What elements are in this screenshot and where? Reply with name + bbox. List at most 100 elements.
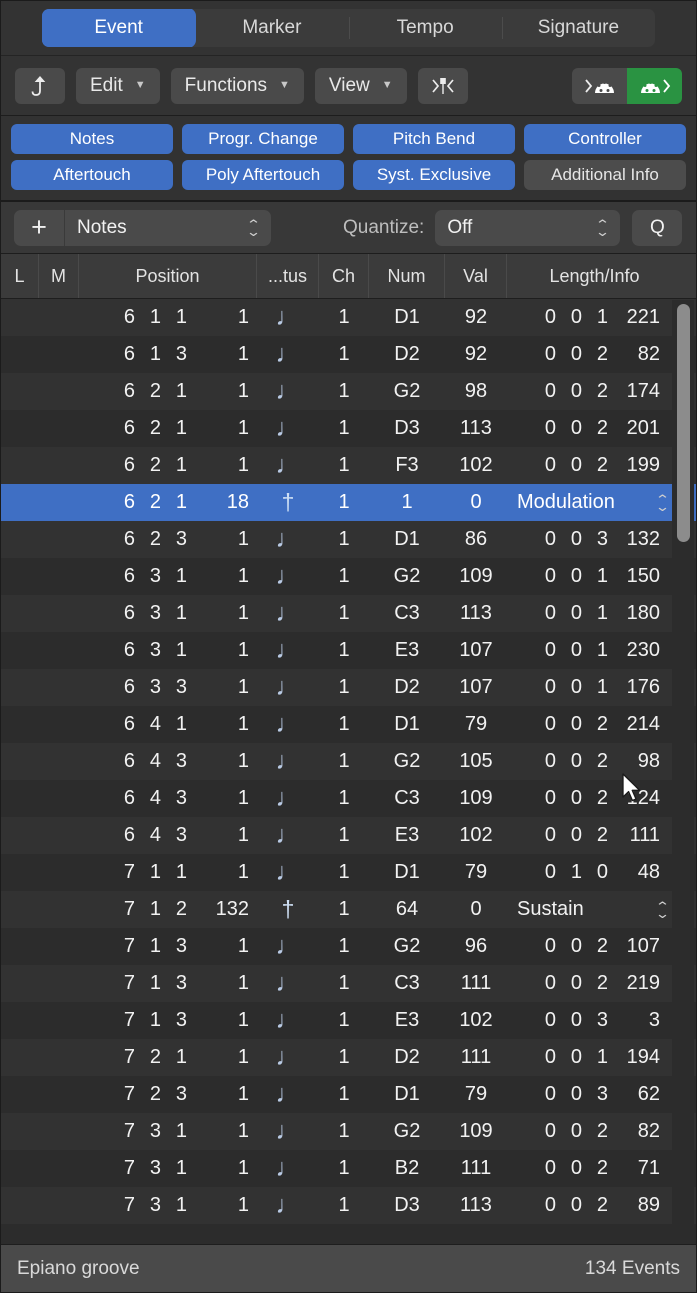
row-length-cell[interactable]: 0 0 1 194 <box>507 1039 682 1076</box>
row-position-cell[interactable]: 6 2 1 18 <box>79 484 257 521</box>
row-val-cell[interactable]: 98 <box>445 373 507 410</box>
row-mute-cell[interactable] <box>39 410 79 447</box>
row-lock-cell[interactable] <box>1 817 39 854</box>
row-status-cell[interactable]: ♩ <box>257 595 319 632</box>
row-status-cell[interactable]: ♩ <box>257 1187 319 1224</box>
row-channel-cell[interactable]: 1 <box>319 595 369 632</box>
row-val-cell[interactable]: 79 <box>445 854 507 891</box>
row-length-cell[interactable]: 0 1 0 48 <box>507 854 682 891</box>
row-lock-cell[interactable] <box>1 928 39 965</box>
row-length-cell[interactable]: 0 0 2 219 <box>507 965 682 1002</box>
column-header-val[interactable]: Val <box>445 254 507 298</box>
row-length-cell[interactable]: 0 0 2 201 <box>507 410 682 447</box>
row-lock-cell[interactable] <box>1 336 39 373</box>
row-channel-cell[interactable]: 1 <box>319 558 369 595</box>
row-status-cell[interactable]: ♩ <box>257 780 319 817</box>
row-lock-cell[interactable] <box>1 595 39 632</box>
table-row[interactable]: 6 1 1 1 ♩ 1 D1 92 0 0 1 221 <box>1 299 696 336</box>
apply-quantize-button[interactable]: Q <box>632 209 683 246</box>
table-row[interactable]: 7 1 2 132 † 1 64 0 Sustain ⌃ ⌄ <box>1 891 696 928</box>
row-position-cell[interactable]: 6311 <box>79 595 257 632</box>
row-num-cell[interactable]: G2 <box>369 1113 445 1150</box>
row-position-cell[interactable]: 7131 <box>79 928 257 965</box>
row-mute-cell[interactable] <box>39 669 79 706</box>
row-position-cell[interactable]: 6311 <box>79 632 257 669</box>
row-num-cell[interactable]: C3 <box>369 965 445 1002</box>
row-length-cell[interactable]: 0 0 3 132 <box>507 521 682 558</box>
row-num-cell[interactable]: D1 <box>369 706 445 743</box>
table-row[interactable]: 6 3 1 1 ♩ 1 G2 109 0 0 1 150 <box>1 558 696 595</box>
row-length-cell[interactable]: 0 0 2 82 <box>507 1113 682 1150</box>
row-channel-cell[interactable]: 1 <box>319 1076 369 1113</box>
row-mute-cell[interactable] <box>39 817 79 854</box>
row-val-cell[interactable]: 105 <box>445 743 507 780</box>
row-num-cell[interactable]: E3 <box>369 1002 445 1039</box>
chevron-updown-icon[interactable]: ⌃ ⌄ <box>655 493 670 513</box>
row-status-cell[interactable]: ♩ <box>257 410 319 447</box>
catch-playhead-button[interactable] <box>417 67 468 104</box>
tab-signature[interactable]: Signature <box>501 9 655 47</box>
row-channel-cell[interactable]: 1 <box>319 743 369 780</box>
row-position-cell[interactable]: 643 1 <box>79 817 257 854</box>
table-row[interactable]: 6 4 3 1 ♩ 1 E3 102 0 0 2 111 <box>1 817 696 854</box>
table-row[interactable]: 7 2 1 1 ♩ 1 D2 111 0 0 1 194 <box>1 1039 696 1076</box>
row-val-cell[interactable]: 102 <box>445 447 507 484</box>
row-position-cell[interactable]: 6211 <box>79 373 257 410</box>
row-channel-cell[interactable]: 1 <box>319 1113 369 1150</box>
row-lock-cell[interactable] <box>1 521 39 558</box>
row-mute-cell[interactable] <box>39 484 79 521</box>
row-status-cell[interactable]: ♩ <box>257 336 319 373</box>
row-num-cell[interactable]: B2 <box>369 1150 445 1187</box>
midi-in-button[interactable] <box>572 67 627 104</box>
row-position-cell[interactable]: 723 1 <box>79 1076 257 1113</box>
view-menu-button[interactable]: View ▼ <box>314 67 407 104</box>
row-mute-cell[interactable] <box>39 891 79 928</box>
row-channel-cell[interactable]: 1 <box>319 484 369 521</box>
table-row[interactable]: 7 1 3 1 ♩ 1 E3 102 0 0 3 3 <box>1 1002 696 1039</box>
row-num-cell[interactable]: E3 <box>369 817 445 854</box>
row-val-cell[interactable]: 109 <box>445 780 507 817</box>
row-status-cell[interactable]: ♩ <box>257 706 319 743</box>
row-lock-cell[interactable] <box>1 891 39 928</box>
row-length-cell[interactable]: 0 0 1 230 <box>507 632 682 669</box>
row-val-cell[interactable]: 111 <box>445 1150 507 1187</box>
row-num-cell[interactable]: D1 <box>369 854 445 891</box>
row-lock-cell[interactable] <box>1 743 39 780</box>
row-length-cell[interactable]: 0 0 1 150 <box>507 558 682 595</box>
table-row[interactable]: 6 2 1 1 ♩ 1 D3 113 0 0 2 201 <box>1 410 696 447</box>
row-lock-cell[interactable] <box>1 669 39 706</box>
table-row[interactable]: 7 1 3 1 ♩ 1 G2 96 0 0 2 107 <box>1 928 696 965</box>
row-position-cell[interactable]: 7311 <box>79 1187 257 1224</box>
row-position-cell[interactable]: 6211 <box>79 447 257 484</box>
row-num-cell[interactable]: D2 <box>369 1039 445 1076</box>
row-length-cell[interactable]: 0 0 2 214 <box>507 706 682 743</box>
row-position-cell[interactable]: 643 1 <box>79 780 257 817</box>
edit-menu-button[interactable]: Edit ▼ <box>76 67 160 104</box>
row-mute-cell[interactable] <box>39 447 79 484</box>
row-val-cell[interactable]: 102 <box>445 817 507 854</box>
table-row[interactable]: 6 3 1 1 ♩ 1 C3 113 0 0 1 180 <box>1 595 696 632</box>
row-lock-cell[interactable] <box>1 1150 39 1187</box>
row-length-cell[interactable]: 0 0 2 71 <box>507 1150 682 1187</box>
row-num-cell[interactable]: G2 <box>369 373 445 410</box>
row-channel-cell[interactable]: 1 <box>319 299 369 336</box>
row-val-cell[interactable]: 92 <box>445 336 507 373</box>
row-mute-cell[interactable] <box>39 1113 79 1150</box>
row-val-cell[interactable]: 86 <box>445 521 507 558</box>
filter-syst-exclusive[interactable]: Syst. Exclusive <box>353 160 515 190</box>
row-position-cell[interactable]: 7131 <box>79 965 257 1002</box>
row-lock-cell[interactable] <box>1 780 39 817</box>
filter-aftertouch[interactable]: Aftertouch <box>11 160 173 190</box>
row-lock-cell[interactable] <box>1 854 39 891</box>
row-length-cell[interactable]: 0 0 3 62 <box>507 1076 682 1113</box>
table-row[interactable]: 6 4 3 1 ♩ 1 G2 105 0 0 2 98 <box>1 743 696 780</box>
row-length-cell[interactable]: 0 0 2 89 <box>507 1187 682 1224</box>
row-val-cell[interactable]: 79 <box>445 1076 507 1113</box>
row-mute-cell[interactable] <box>39 706 79 743</box>
row-mute-cell[interactable] <box>39 965 79 1002</box>
row-lock-cell[interactable] <box>1 1039 39 1076</box>
row-status-cell[interactable]: ♩ <box>257 299 319 336</box>
row-position-cell[interactable]: 7211 <box>79 1039 257 1076</box>
row-status-cell[interactable]: ♩ <box>257 632 319 669</box>
row-mute-cell[interactable] <box>39 854 79 891</box>
